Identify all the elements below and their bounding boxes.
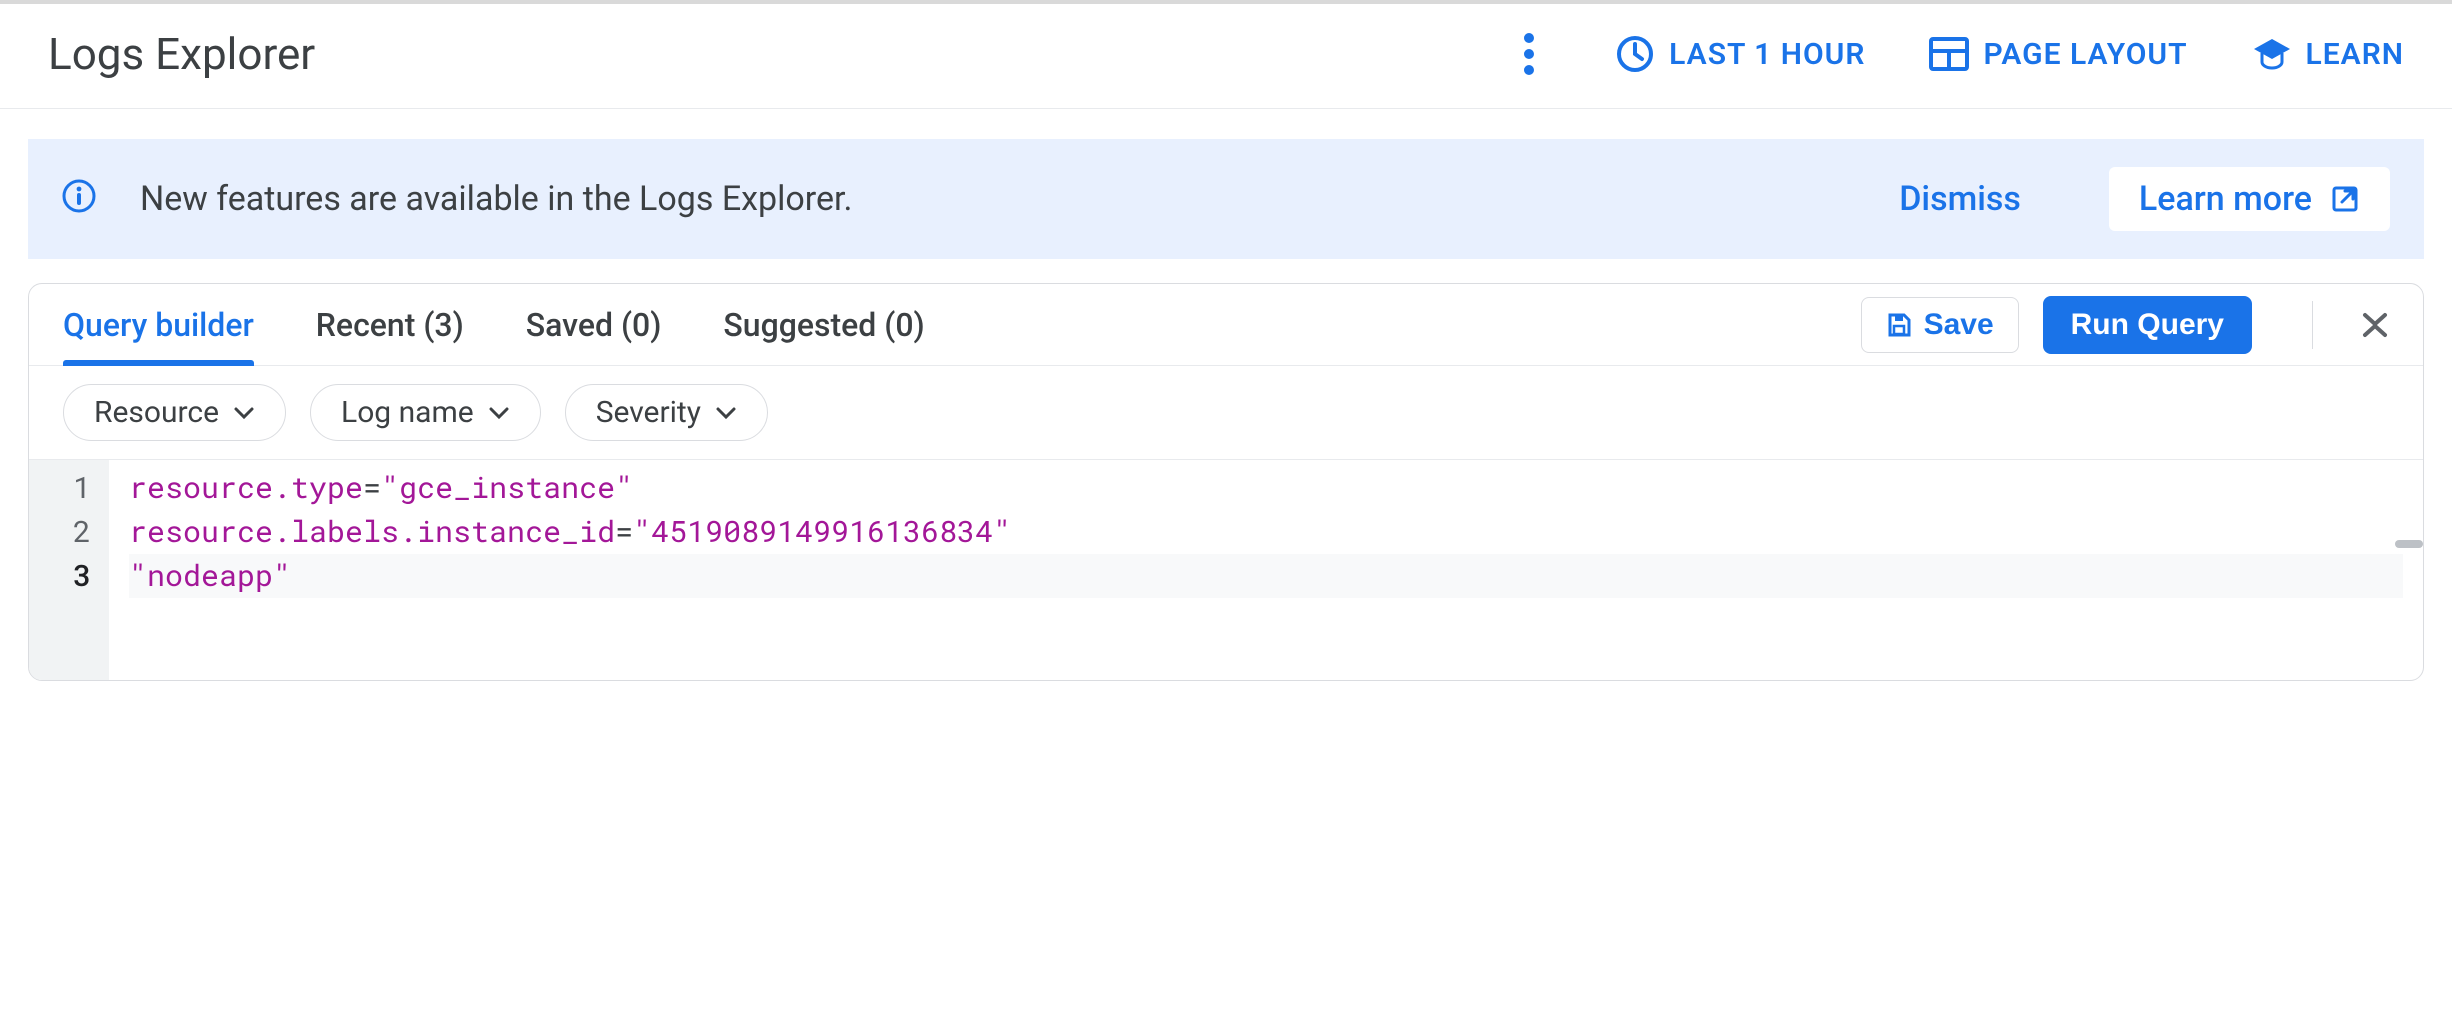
resource-filter-chip[interactable]: Resource [63, 384, 286, 441]
learn-more-button[interactable]: Learn more [2109, 167, 2390, 231]
learn-label: LEARN [2306, 37, 2404, 72]
chevron-down-icon [488, 406, 510, 420]
tab-suggested[interactable]: Suggested (0) [723, 284, 924, 365]
feature-banner: New features are available in the Logs E… [28, 139, 2424, 259]
query-editor[interactable]: 123 resource.type="gce_instance"resource… [29, 460, 2423, 680]
info-icon [62, 179, 96, 220]
divider [2312, 301, 2313, 349]
open-external-icon [2330, 184, 2360, 214]
page-title: Logs Explorer [48, 28, 315, 80]
time-range-button[interactable]: LAST 1 HOUR [1615, 34, 1865, 74]
page-layout-button[interactable]: PAGE LAYOUT [1929, 37, 2187, 72]
query-actions: Save Run Query [1861, 296, 2389, 354]
chip-label: Severity [596, 395, 701, 430]
run-query-button[interactable]: Run Query [2043, 296, 2252, 354]
code-line: resource.type="gce_instance" [129, 466, 2403, 510]
chip-label: Resource [94, 395, 219, 430]
line-number: 2 [29, 510, 91, 554]
chevron-down-icon [233, 406, 255, 420]
save-button[interactable]: Save [1861, 297, 2019, 353]
time-range-label: LAST 1 HOUR [1669, 37, 1865, 72]
learn-more-label: Learn more [2139, 179, 2312, 219]
query-panel: Query builder Recent (3) Saved (0) Sugge… [28, 283, 2424, 681]
tab-label: Recent (3) [316, 306, 464, 344]
tab-label: Query builder [63, 306, 254, 344]
query-tabs: Query builder Recent (3) Saved (0) Sugge… [63, 284, 1861, 365]
header: Logs Explorer LAST 1 HOUR PAGE LAYOUT [0, 4, 2452, 109]
collapse-toggle[interactable] [2361, 310, 2389, 340]
layout-icon [1929, 37, 1969, 71]
banner-message: New features are available in the Logs E… [140, 179, 1811, 219]
code-line: "nodeapp" [129, 554, 2403, 598]
graduation-cap-icon [2252, 37, 2292, 71]
scrollbar-thumb[interactable] [2395, 540, 2423, 548]
severity-filter-chip[interactable]: Severity [565, 384, 768, 441]
line-number: 1 [29, 466, 91, 510]
chevron-up-icon [2361, 322, 2389, 340]
query-tabs-row: Query builder Recent (3) Saved (0) Sugge… [29, 284, 2423, 366]
logname-filter-chip[interactable]: Log name [310, 384, 541, 441]
code-line: resource.labels.instance_id="45190891499… [129, 510, 2403, 554]
page-layout-label: PAGE LAYOUT [1983, 37, 2187, 72]
tab-query-builder[interactable]: Query builder [63, 284, 254, 365]
query-code[interactable]: resource.type="gce_instance"resource.lab… [109, 460, 2423, 680]
tab-saved[interactable]: Saved (0) [526, 284, 662, 365]
line-number: 3 [29, 554, 91, 598]
tab-label: Saved (0) [526, 306, 662, 344]
clock-icon [1615, 34, 1655, 74]
chevron-down-icon [715, 406, 737, 420]
tab-label: Suggested (0) [723, 306, 924, 344]
chip-label: Log name [341, 395, 474, 430]
more-options-button[interactable] [1507, 32, 1551, 76]
filter-chips-row: Resource Log name Severity [29, 366, 2423, 460]
run-label: Run Query [2071, 308, 2224, 341]
save-icon [1886, 312, 1912, 338]
learn-button[interactable]: LEARN [2252, 37, 2404, 72]
dismiss-button[interactable]: Dismiss [1855, 179, 2065, 219]
more-vert-icon [1523, 32, 1535, 76]
header-actions: LAST 1 HOUR PAGE LAYOUT LEARN [1507, 32, 2404, 76]
tab-recent[interactable]: Recent (3) [316, 284, 464, 365]
line-number-gutter: 123 [29, 460, 109, 680]
save-label: Save [1924, 308, 1994, 342]
